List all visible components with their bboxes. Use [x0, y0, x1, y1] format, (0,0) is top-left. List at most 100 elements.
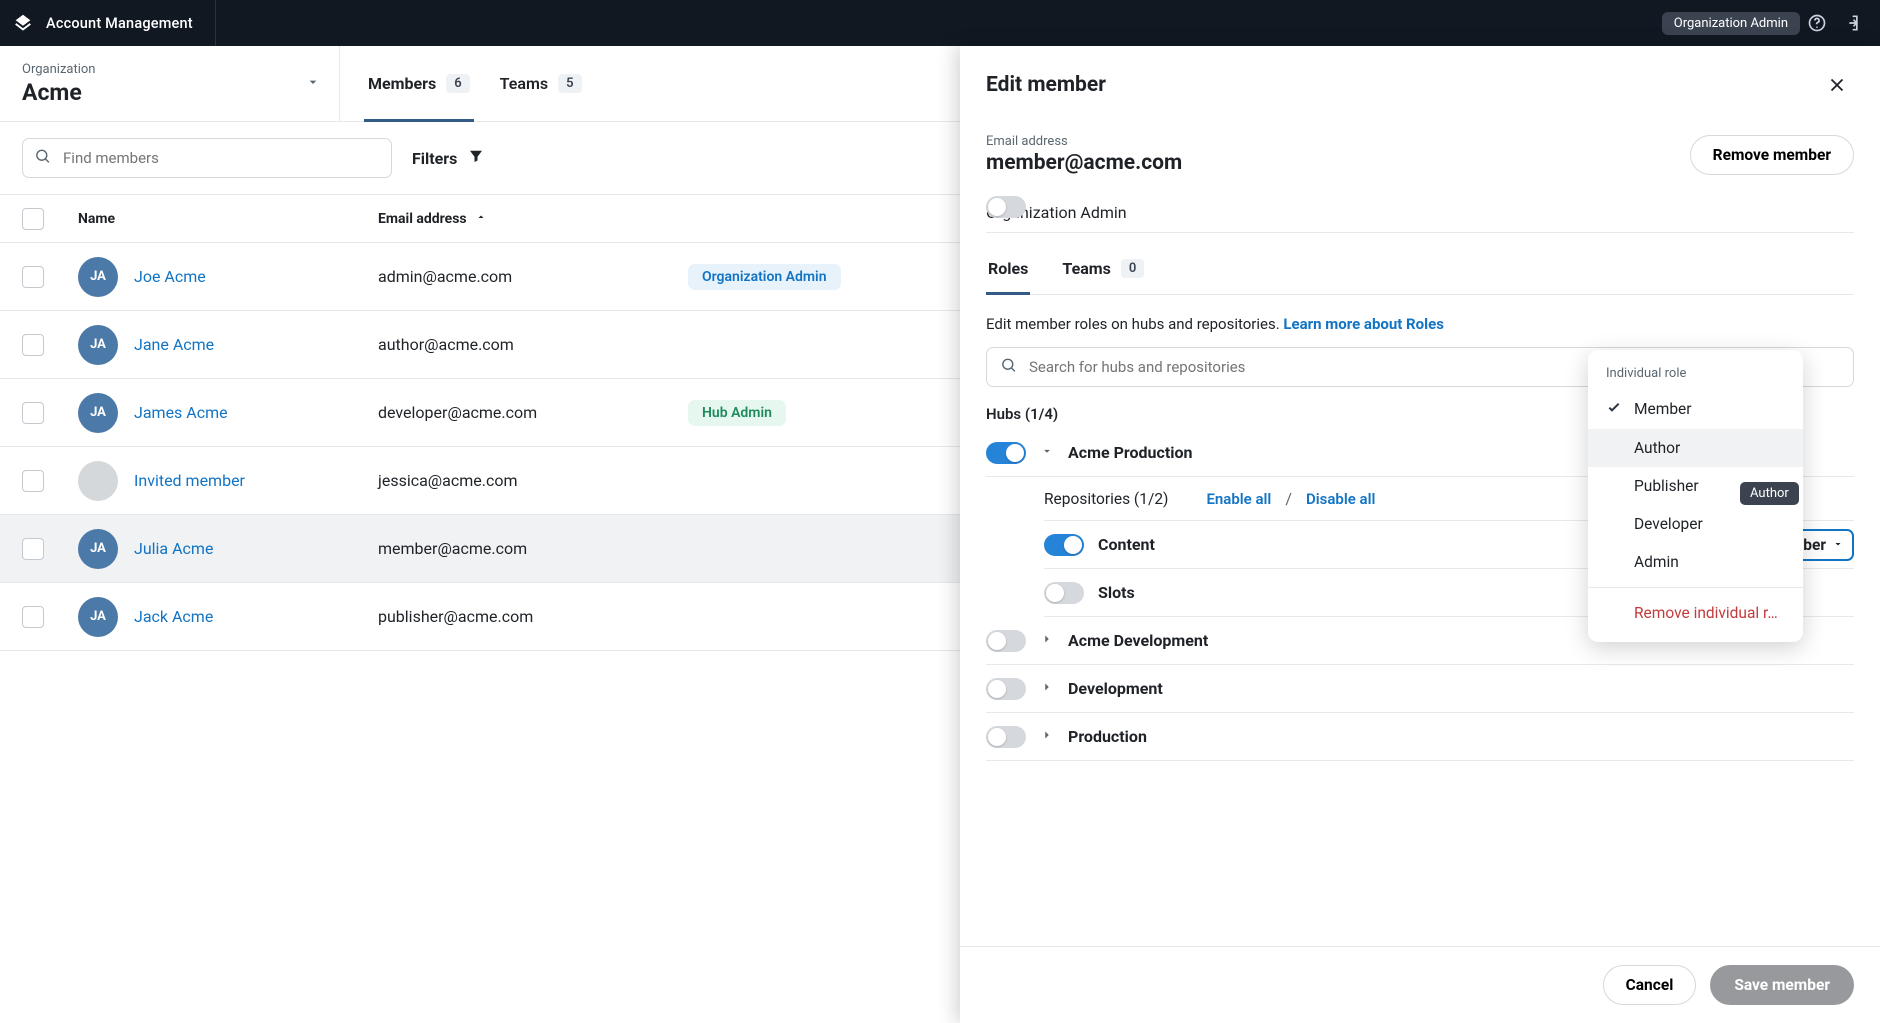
chevron-down-icon [1832, 536, 1844, 554]
dropdown-item[interactable]: Developer [1588, 505, 1803, 543]
row-checkbox[interactable] [22, 606, 44, 628]
hub-name: Acme Development [1068, 631, 1208, 650]
dropdown-item-label: Author [1634, 439, 1680, 457]
dropdown-item-label: Admin [1634, 553, 1679, 571]
member-name-link[interactable]: Invited member [134, 471, 245, 490]
repo-name: Content [1098, 535, 1155, 554]
panel-tabs: Roles Teams 0 [986, 243, 1854, 295]
org-switcher[interactable]: Organization Acme [0, 46, 340, 121]
enable-all-link[interactable]: Enable all [1206, 490, 1271, 508]
member-name-link[interactable]: Jane Acme [134, 335, 214, 354]
member-name-link[interactable]: Jack Acme [134, 607, 213, 626]
hub-row: Development [986, 665, 1854, 713]
dropdown-item-label: Member [1634, 400, 1692, 418]
chevron-down-icon [305, 74, 321, 94]
brand-logo-icon [12, 12, 34, 34]
member-name-link[interactable]: Julia Acme [134, 539, 213, 558]
learn-more-link[interactable]: Learn more about Roles [1283, 315, 1444, 333]
select-all-checkbox[interactable] [22, 208, 44, 230]
logout-icon[interactable] [1834, 6, 1868, 40]
roles-hint: Edit member roles on hubs and repositori… [986, 315, 1854, 333]
dropdown-item[interactable]: Member [1588, 389, 1803, 429]
brand-block: Account Management [12, 0, 216, 46]
cancel-button[interactable]: Cancel [1603, 965, 1697, 1005]
member-email: admin@acme.com [378, 267, 688, 286]
avatar: JA [78, 325, 118, 365]
col-name[interactable]: Name [78, 211, 378, 227]
hub-name: Acme Production [1068, 443, 1192, 462]
save-button[interactable]: Save member [1710, 965, 1854, 1005]
member-email: author@acme.com [378, 335, 688, 354]
main-tabs: Members 6 Teams 5 [340, 46, 610, 121]
repo-name: Slots [1098, 583, 1135, 602]
close-icon[interactable] [1820, 68, 1854, 102]
panel-title: Edit member [986, 73, 1106, 97]
app-bar: Account Management Organization Admin [0, 0, 1880, 46]
tab-members-count: 6 [446, 74, 469, 93]
member-email: publisher@acme.com [378, 607, 688, 626]
hub-name: Development [1068, 679, 1163, 698]
dropdown-item[interactable]: Admin [1588, 543, 1803, 581]
chevron-down-icon[interactable] [1038, 443, 1056, 462]
dropdown-item-label: Developer [1634, 515, 1703, 533]
org-admin-toggle[interactable] [986, 196, 1026, 218]
member-search [22, 138, 392, 178]
dropdown-remove-role-label: Remove individual r… [1634, 604, 1778, 622]
roles-hint-text: Edit member roles on hubs and repositori… [986, 315, 1283, 333]
filters-label: Filters [412, 149, 457, 168]
avatar: JA [78, 597, 118, 637]
chevron-right-icon[interactable] [1038, 727, 1056, 746]
avatar: JA [78, 393, 118, 433]
dropdown-item-label: Publisher [1634, 477, 1699, 495]
member-email: member@acme.com [378, 539, 688, 558]
member-email: developer@acme.com [378, 403, 688, 422]
hub-toggle[interactable] [986, 630, 1026, 652]
search-input[interactable] [22, 138, 392, 178]
disable-all-link[interactable]: Disable all [1306, 490, 1375, 508]
tab-teams[interactable]: Teams 5 [496, 46, 586, 121]
hub-toggle[interactable] [986, 726, 1026, 748]
check-icon [1606, 399, 1624, 419]
member-email: jessica@acme.com [378, 471, 688, 490]
help-icon[interactable] [1800, 6, 1834, 40]
panel-tab-teams-count: 0 [1121, 259, 1144, 278]
col-email[interactable]: Email address [378, 211, 688, 227]
row-checkbox[interactable] [22, 402, 44, 424]
chevron-right-icon[interactable] [1038, 679, 1056, 698]
search-icon [34, 148, 51, 169]
tab-teams-count: 5 [558, 74, 581, 93]
hub-toggle[interactable] [986, 678, 1026, 700]
email-kicker: Email address [986, 134, 1182, 149]
dropdown-item[interactable]: Author [1588, 429, 1803, 467]
avatar: JA [78, 257, 118, 297]
row-checkbox[interactable] [22, 334, 44, 356]
avatar [78, 461, 118, 501]
tooltip: Author [1740, 482, 1799, 505]
remove-member-button[interactable]: Remove member [1690, 135, 1854, 175]
hub-name: Production [1068, 727, 1147, 746]
repo-toggle[interactable] [1044, 582, 1084, 604]
panel-tab-roles[interactable]: Roles [986, 243, 1030, 294]
filters-button[interactable]: Filters [406, 141, 491, 175]
search-icon [1000, 357, 1017, 378]
hub-toggle[interactable] [986, 442, 1026, 464]
chevron-right-icon[interactable] [1038, 631, 1056, 650]
row-checkbox[interactable] [22, 538, 44, 560]
role-badge: Hub Admin [688, 400, 786, 426]
member-name-link[interactable]: Joe Acme [134, 267, 206, 286]
app-title: Account Management [46, 15, 193, 32]
row-checkbox[interactable] [22, 266, 44, 288]
row-checkbox[interactable] [22, 470, 44, 492]
member-name-link[interactable]: James Acme [134, 403, 228, 422]
org-kicker: Organization [22, 62, 317, 77]
col-email-label: Email address [378, 211, 467, 227]
dropdown-remove-role[interactable]: Remove individual r… [1588, 594, 1803, 632]
repo-toggle[interactable] [1044, 534, 1084, 556]
role-chip: Organization Admin [1662, 12, 1800, 35]
panel-footer: Cancel Save member [960, 946, 1880, 1023]
panel-tab-teams[interactable]: Teams 0 [1060, 243, 1146, 294]
tab-members-label: Members [368, 74, 436, 93]
tab-members[interactable]: Members 6 [364, 46, 474, 121]
panel-tab-roles-label: Roles [988, 259, 1028, 278]
role-badge: Organization Admin [688, 264, 841, 290]
